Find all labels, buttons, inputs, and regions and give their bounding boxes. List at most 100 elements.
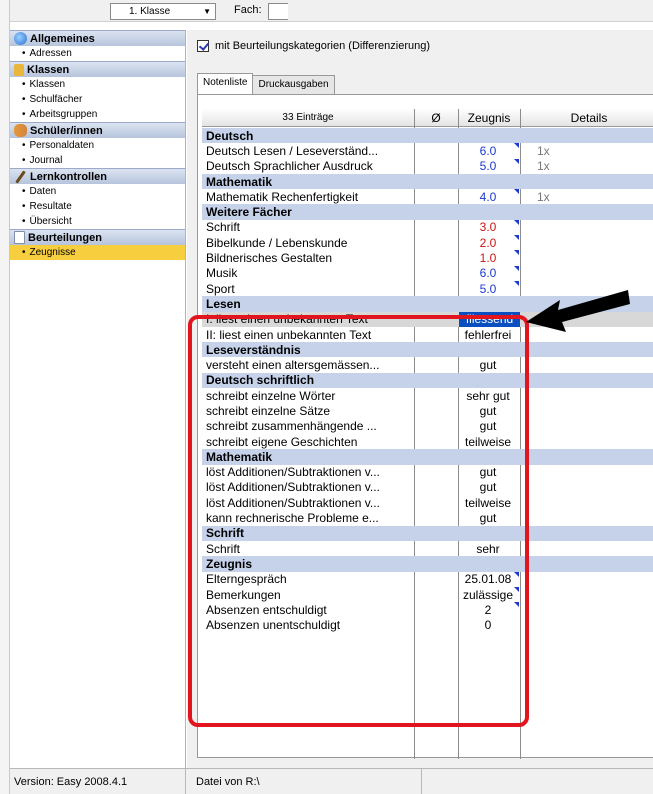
details-cell[interactable]: 1x bbox=[537, 159, 550, 173]
row-label: Musik bbox=[206, 266, 238, 281]
table-group-row[interactable]: Weitere Fächer bbox=[202, 204, 653, 220]
tab-notenliste[interactable]: Notenliste bbox=[197, 73, 254, 94]
sidebar-item-label: Arbeitsgruppen bbox=[29, 109, 98, 120]
sidebar-group-3[interactable]: Lernkontrollen bbox=[10, 168, 185, 184]
sidebar-item[interactable]: • Schulfächer bbox=[10, 92, 185, 107]
highlight-box bbox=[188, 315, 529, 727]
sidebar-item-label: Klassen bbox=[29, 79, 66, 90]
table-row[interactable]: Schrift 3.0 bbox=[202, 219, 653, 235]
row-label: Weitere Fächer bbox=[206, 205, 292, 220]
header-details[interactable]: Details bbox=[520, 111, 653, 125]
comment-marker-icon bbox=[514, 158, 519, 164]
sidebar-item[interactable]: • Übersicht bbox=[10, 214, 185, 229]
users-icon bbox=[14, 124, 27, 137]
pen-icon bbox=[15, 169, 26, 184]
row-label: Deutsch bbox=[206, 128, 254, 143]
sidebar-item[interactable]: • Klassen bbox=[10, 77, 185, 92]
sidebar-item[interactable]: • Resultate bbox=[10, 199, 185, 214]
table-row[interactable]: Deutsch Lesen / Leseverständ... 6.0 1x bbox=[202, 143, 653, 158]
zeugnis-cell[interactable]: 1.0 bbox=[459, 251, 517, 265]
fach-combo[interactable] bbox=[268, 3, 288, 20]
sidebar-group-0[interactable]: Allgemeines bbox=[10, 30, 185, 46]
sidebar-group-title: Lernkontrollen bbox=[30, 170, 108, 183]
zeugnis-cell[interactable]: 6.0 bbox=[459, 144, 517, 158]
table-row[interactable]: Bibelkunde / Lebenskunde 2.0 bbox=[202, 235, 653, 250]
document-icon bbox=[14, 231, 25, 244]
row-label: Bildnerisches Gestalten bbox=[206, 251, 333, 266]
table-row[interactable]: Musik 6.0 bbox=[202, 265, 653, 281]
row-label: Schrift bbox=[206, 220, 241, 235]
row-label: Mathematik Rechenfertigkeit bbox=[206, 189, 359, 204]
bullet-icon: • bbox=[22, 216, 26, 227]
bullet-icon: • bbox=[22, 155, 26, 166]
row-label: Deutsch Sprachlicher Ausdruck bbox=[206, 159, 373, 174]
header-average[interactable]: Ø bbox=[414, 111, 458, 125]
category-checkbox[interactable] bbox=[197, 40, 209, 52]
sidebar-item[interactable]: • Adressen bbox=[10, 46, 185, 61]
bullet-icon: • bbox=[22, 247, 26, 258]
chevron-down-icon: ▼ bbox=[203, 7, 211, 16]
bullet-icon: • bbox=[22, 79, 26, 90]
zeugnis-cell[interactable]: 2.0 bbox=[459, 236, 517, 250]
comment-marker-icon bbox=[514, 189, 519, 195]
sidebar-group-1[interactable]: Klassen bbox=[10, 61, 185, 77]
sidebar-group-title: Allgemeines bbox=[30, 32, 95, 45]
sidebar-item-label: Zeugnisse bbox=[29, 247, 76, 258]
bullet-icon: • bbox=[22, 94, 26, 105]
zeugnis-cell[interactable]: 5.0 bbox=[459, 159, 517, 173]
zeugnis-cell[interactable]: 4.0 bbox=[459, 190, 517, 204]
comment-marker-icon bbox=[514, 235, 519, 241]
table-header: 33 Einträge Ø Zeugnis Details bbox=[202, 109, 653, 127]
app-window: 1. Klasse ▼ Fach: Allgemeines • Adressen Kl… bbox=[0, 0, 653, 794]
sidebar-group-2[interactable]: Schüler/innen bbox=[10, 122, 185, 138]
table-group-row[interactable]: Mathematik bbox=[202, 173, 653, 190]
bullet-icon: • bbox=[22, 186, 26, 197]
sidebar-item-label: Adressen bbox=[29, 48, 72, 59]
class-combo-value: 1. Klasse bbox=[129, 6, 171, 17]
sidebar-item[interactable]: • Personaldaten bbox=[10, 138, 185, 153]
row-label: Bibelkunde / Lebenskunde bbox=[206, 235, 348, 250]
category-checkbox-row[interactable]: mit Beurteilungskategorien (Differenzier… bbox=[197, 40, 430, 52]
sidebar-group-title: Beurteilungen bbox=[28, 231, 102, 244]
sidebar-item-label: Übersicht bbox=[29, 216, 72, 227]
header-entries: 33 Einträge bbox=[282, 112, 334, 123]
window-edge bbox=[0, 0, 10, 794]
row-label: Deutsch Lesen / Leseverständ... bbox=[206, 143, 379, 158]
sidebar-group-title: Schüler/innen bbox=[30, 124, 103, 137]
zeugnis-cell[interactable]: 5.0 bbox=[459, 282, 517, 296]
details-cell[interactable]: 1x bbox=[537, 190, 550, 204]
row-label: Sport bbox=[206, 281, 235, 296]
bullet-icon: • bbox=[22, 140, 26, 151]
sidebar-item-label: Resultate bbox=[29, 201, 72, 212]
bullet-icon: • bbox=[22, 48, 26, 59]
sidebar-group-title: Klassen bbox=[27, 63, 70, 76]
sidebar-item[interactable]: • Arbeitsgruppen bbox=[10, 107, 185, 122]
comment-marker-icon bbox=[514, 250, 519, 256]
status-bar: Version: Easy 2008.4.1 Datei von R:\ bbox=[10, 768, 653, 794]
bullet-icon: • bbox=[22, 109, 26, 120]
zeugnis-cell[interactable]: 6.0 bbox=[459, 266, 517, 280]
table-group-row[interactable]: Deutsch bbox=[202, 128, 653, 144]
sidebar-item-label: Schulfächer bbox=[29, 94, 83, 105]
status-version: Version: Easy 2008.4.1 bbox=[10, 769, 186, 794]
category-checkbox-label: mit Beurteilungskategorien (Differenzier… bbox=[215, 40, 431, 52]
table-row[interactable]: Deutsch Sprachlicher Ausdruck 5.0 1x bbox=[202, 158, 653, 174]
sidebar-group-4[interactable]: Beurteilungen bbox=[10, 229, 185, 245]
details-cell[interactable]: 1x bbox=[537, 144, 550, 158]
comment-marker-icon bbox=[514, 143, 519, 149]
tab-druckausgaben[interactable]: Druckausgaben bbox=[252, 75, 335, 94]
sidebar-item[interactable]: • Zeugnisse bbox=[10, 245, 185, 260]
comment-marker-icon bbox=[514, 265, 519, 271]
sidebar-item-label: Personaldaten bbox=[29, 140, 95, 151]
row-label: Mathematik bbox=[206, 174, 273, 189]
comment-marker-icon bbox=[514, 280, 519, 286]
folder-icon bbox=[14, 63, 24, 76]
sidebar-item[interactable]: • Daten bbox=[10, 184, 185, 199]
pointer-arrow-icon bbox=[526, 290, 630, 332]
table-row[interactable]: Bildnerisches Gestalten 1.0 bbox=[202, 250, 653, 265]
header-zeugnis[interactable]: Zeugnis bbox=[458, 111, 520, 125]
table-row[interactable]: Mathematik Rechenfertigkeit 4.0 1x bbox=[202, 189, 653, 204]
zeugnis-cell[interactable]: 3.0 bbox=[459, 220, 517, 234]
class-combo[interactable]: 1. Klasse ▼ bbox=[110, 3, 216, 20]
sidebar-item[interactable]: • Journal bbox=[10, 153, 185, 168]
